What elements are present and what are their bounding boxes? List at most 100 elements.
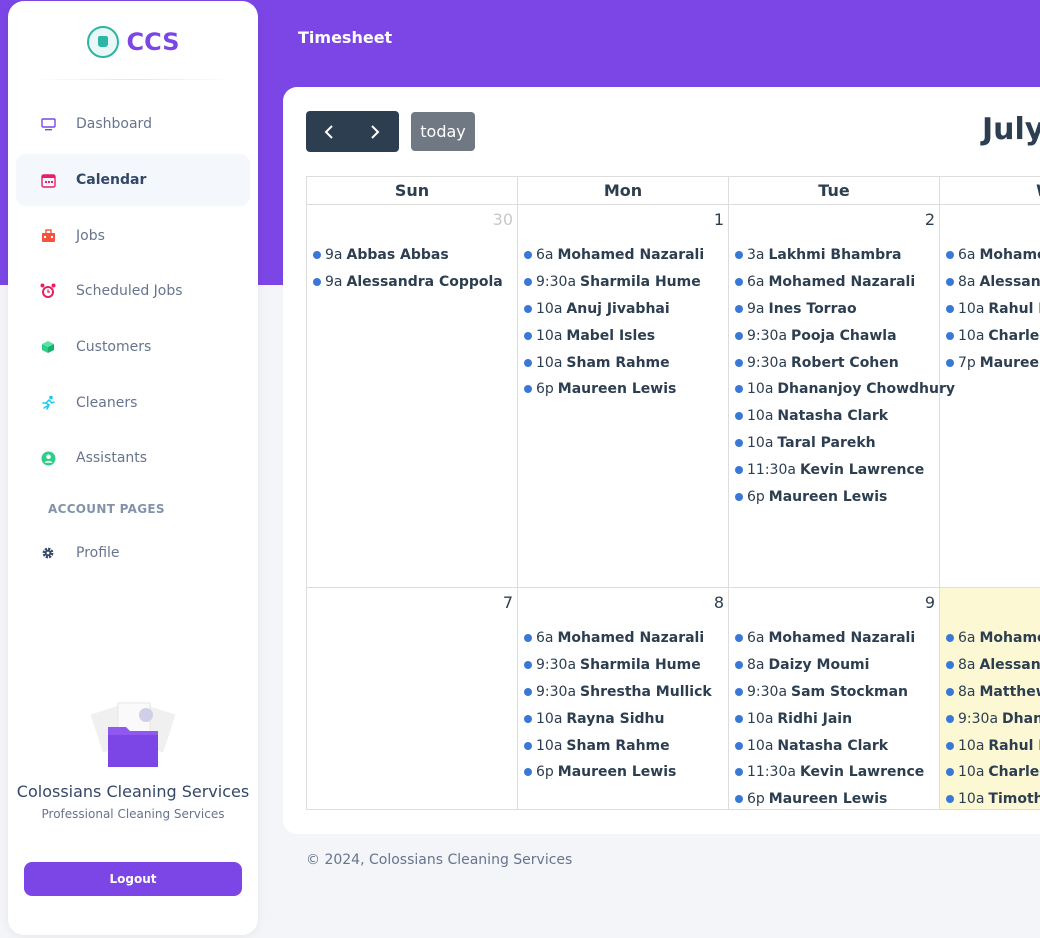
- calendar-event[interactable]: 11:30a Kevin Lawrence: [735, 759, 939, 786]
- calendar-event[interactable]: 10aCharleen: [946, 322, 1040, 349]
- calendar-event[interactable]: 8aAlessandra: [946, 652, 1040, 679]
- brand[interactable]: CCS: [8, 25, 258, 59]
- calendar-event[interactable]: 10a Sham Rahme: [524, 349, 728, 376]
- calendar-event[interactable]: 9a Ines Torrao: [735, 296, 939, 323]
- sidebar-item-assistants[interactable]: Assistants: [16, 432, 250, 484]
- weekday-header: W: [939, 176, 1040, 205]
- day-cell[interactable]: 6aMohamed8aAlessandra8aMatthew t9:30aDha…: [939, 588, 1040, 810]
- calendar-icon: [40, 172, 56, 188]
- calendar-event[interactable]: 8aMatthew t: [946, 679, 1040, 706]
- day-cell[interactable]: 6aMohamed8aAlessandra10aRahul Kh10aCharl…: [939, 205, 1040, 588]
- day-number[interactable]: 2: [925, 210, 935, 229]
- calendar-event[interactable]: 11:30a Kevin Lawrence: [735, 456, 939, 483]
- calendar-event[interactable]: 9:30a Robert Cohen: [735, 349, 939, 376]
- calendar-event[interactable]: 10a Rayna Sidhu: [524, 705, 728, 732]
- event-dot-icon: [524, 741, 532, 750]
- event-time: 9:30a: [536, 683, 577, 700]
- calendar-event[interactable]: 9:30a Pooja Chawla: [735, 322, 939, 349]
- day-number[interactable]: 30: [493, 210, 513, 229]
- calendar-event[interactable]: 10aCharleen: [946, 759, 1040, 786]
- event-dot-icon: [524, 634, 532, 643]
- calendar-event[interactable]: 9a Abbas Abbas: [313, 242, 517, 269]
- logout-button[interactable]: Logout: [24, 862, 242, 896]
- day-cell[interactable]: 7: [306, 588, 517, 810]
- event-title: Timothy: [988, 791, 1040, 808]
- calendar-event[interactable]: 10aTimothy: [946, 786, 1040, 813]
- event-title: Ridhi Jain: [777, 710, 853, 727]
- calendar-event[interactable]: 10a Sham Rahme: [524, 732, 728, 759]
- day-number[interactable]: 7: [503, 593, 513, 612]
- sidebar-item-dashboard[interactable]: Dashboard: [16, 98, 250, 150]
- weekday-header: Tue: [728, 176, 939, 205]
- calendar-event[interactable]: 7pMaureen L: [946, 349, 1040, 376]
- promo-title: Colossians Cleaning Services: [16, 782, 250, 801]
- day-number[interactable]: 9: [925, 593, 935, 612]
- sidebar-item-customers[interactable]: Customers: [16, 321, 250, 373]
- calendar-event[interactable]: 10a Anuj Jivabhai: [524, 296, 728, 323]
- event-title: Robert Cohen: [791, 354, 899, 371]
- calendar-event[interactable]: 6p Maureen Lewis: [524, 759, 728, 786]
- calendar-event[interactable]: 6a Mohamed Nazarali: [524, 242, 728, 269]
- calendar-event[interactable]: 10a Natasha Clark: [735, 403, 939, 430]
- calendar-event[interactable]: 10a Natasha Clark: [735, 732, 939, 759]
- event-time: 9a: [747, 300, 765, 317]
- calendar-event[interactable]: 9:30a Shrestha Mullick: [524, 679, 728, 706]
- day-cell[interactable]: 8 6a Mohamed Nazarali 9:30a Sharmila Hume 9:3…: [517, 588, 728, 810]
- day-cell[interactable]: 2 3a Lakhmi Bhambra 6a Mohamed Nazarali 9a Ine…: [728, 205, 955, 588]
- event-list: 3a Lakhmi Bhambra 6a Mohamed Nazarali 9a Ines…: [735, 242, 955, 510]
- event-title: Mohamed Nazarali: [557, 247, 705, 264]
- calendar-event[interactable]: 10aRahul Kh: [946, 732, 1040, 759]
- day-cell[interactable]: 30 9a Abbas Abbas 9a Alessandra Coppola: [306, 205, 517, 588]
- calendar-event[interactable]: 10a Ridhi Jain: [735, 705, 939, 732]
- today-button[interactable]: today: [411, 112, 475, 151]
- calendar-event[interactable]: 3a Lakhmi Bhambra: [735, 242, 939, 269]
- event-title: Charleen: [988, 327, 1040, 344]
- day-cell[interactable]: 1 6a Mohamed Nazarali 9:30a Sharmila Hume 10a…: [517, 205, 728, 588]
- calendar-event[interactable]: 9:30a Sharmila Hume: [524, 269, 728, 296]
- event-time: 6p: [536, 381, 554, 398]
- event-time: 10a: [958, 300, 985, 317]
- calendar-event[interactable]: 9a Alessandra Coppola: [313, 269, 517, 296]
- event-dot-icon: [524, 251, 532, 260]
- prev-button[interactable]: [306, 111, 352, 152]
- event-dot-icon: [524, 358, 532, 367]
- sidebar-item-calendar[interactable]: Calendar: [16, 154, 250, 206]
- event-time: 9a: [325, 274, 343, 291]
- sidebar-item-profile[interactable]: Profile: [16, 527, 250, 579]
- event-list: 6a Mohamed Nazarali 8a Daizy Moumi 9:30a Sam …: [735, 625, 939, 813]
- calendar-event[interactable]: 8aAlessandra: [946, 269, 1040, 296]
- event-title: Rahul Kh: [988, 300, 1040, 317]
- day-number[interactable]: 1: [714, 210, 724, 229]
- calendar-event[interactable]: 6a Mohamed Nazarali: [735, 269, 939, 296]
- calendar-event[interactable]: 10aRahul Kh: [946, 296, 1040, 323]
- day-cell[interactable]: 9 6a Mohamed Nazarali 8a Daizy Moumi 9:30a Sam…: [728, 588, 939, 810]
- calendar-event[interactable]: 6p Maureen Lewis: [735, 483, 939, 510]
- calendar-event[interactable]: 8a Daizy Moumi: [735, 652, 939, 679]
- calendar-event[interactable]: 10a Mabel Isles: [524, 322, 728, 349]
- calendar-event[interactable]: 10a Dhananjoy Chowdhury: [735, 376, 955, 403]
- event-time: 8a: [958, 657, 976, 674]
- calendar-event[interactable]: 6a Mohamed Nazarali: [524, 625, 728, 652]
- sidebar-item-jobs[interactable]: Jobs: [16, 210, 250, 262]
- event-dot-icon: [946, 251, 954, 260]
- sidebar-item-label: Jobs: [76, 228, 105, 244]
- next-button[interactable]: [352, 111, 398, 152]
- sidebar-item-cleaners[interactable]: Cleaners: [16, 377, 250, 429]
- calendar-event[interactable]: 9:30a Sharmila Hume: [524, 652, 728, 679]
- event-title: Mohamed Nazarali: [557, 630, 705, 647]
- sidebar: CCS Dashboard Calendar Jobs Scheduled Jo…: [8, 1, 258, 935]
- sidebar-item-scheduled-jobs[interactable]: Scheduled Jobs: [16, 265, 250, 317]
- calendar-event[interactable]: 6a Mohamed Nazarali: [735, 625, 939, 652]
- user-circle-icon: [40, 450, 56, 466]
- event-dot-icon: [735, 741, 743, 750]
- calendar-event[interactable]: 6p Maureen Lewis: [524, 376, 728, 403]
- day-number[interactable]: 8: [714, 593, 724, 612]
- calendar-event[interactable]: 10a Taral Parekh: [735, 430, 939, 457]
- calendar-event[interactable]: 6aMohamed: [946, 242, 1040, 269]
- event-time: 10a: [958, 791, 985, 808]
- calendar-event[interactable]: 6p Maureen Lewis: [735, 786, 939, 813]
- calendar-event[interactable]: 6aMohamed: [946, 625, 1040, 652]
- calendar-event[interactable]: 9:30a Sam Stockman: [735, 679, 939, 706]
- event-dot-icon: [735, 795, 743, 804]
- calendar-event[interactable]: 9:30aDhanan: [946, 705, 1040, 732]
